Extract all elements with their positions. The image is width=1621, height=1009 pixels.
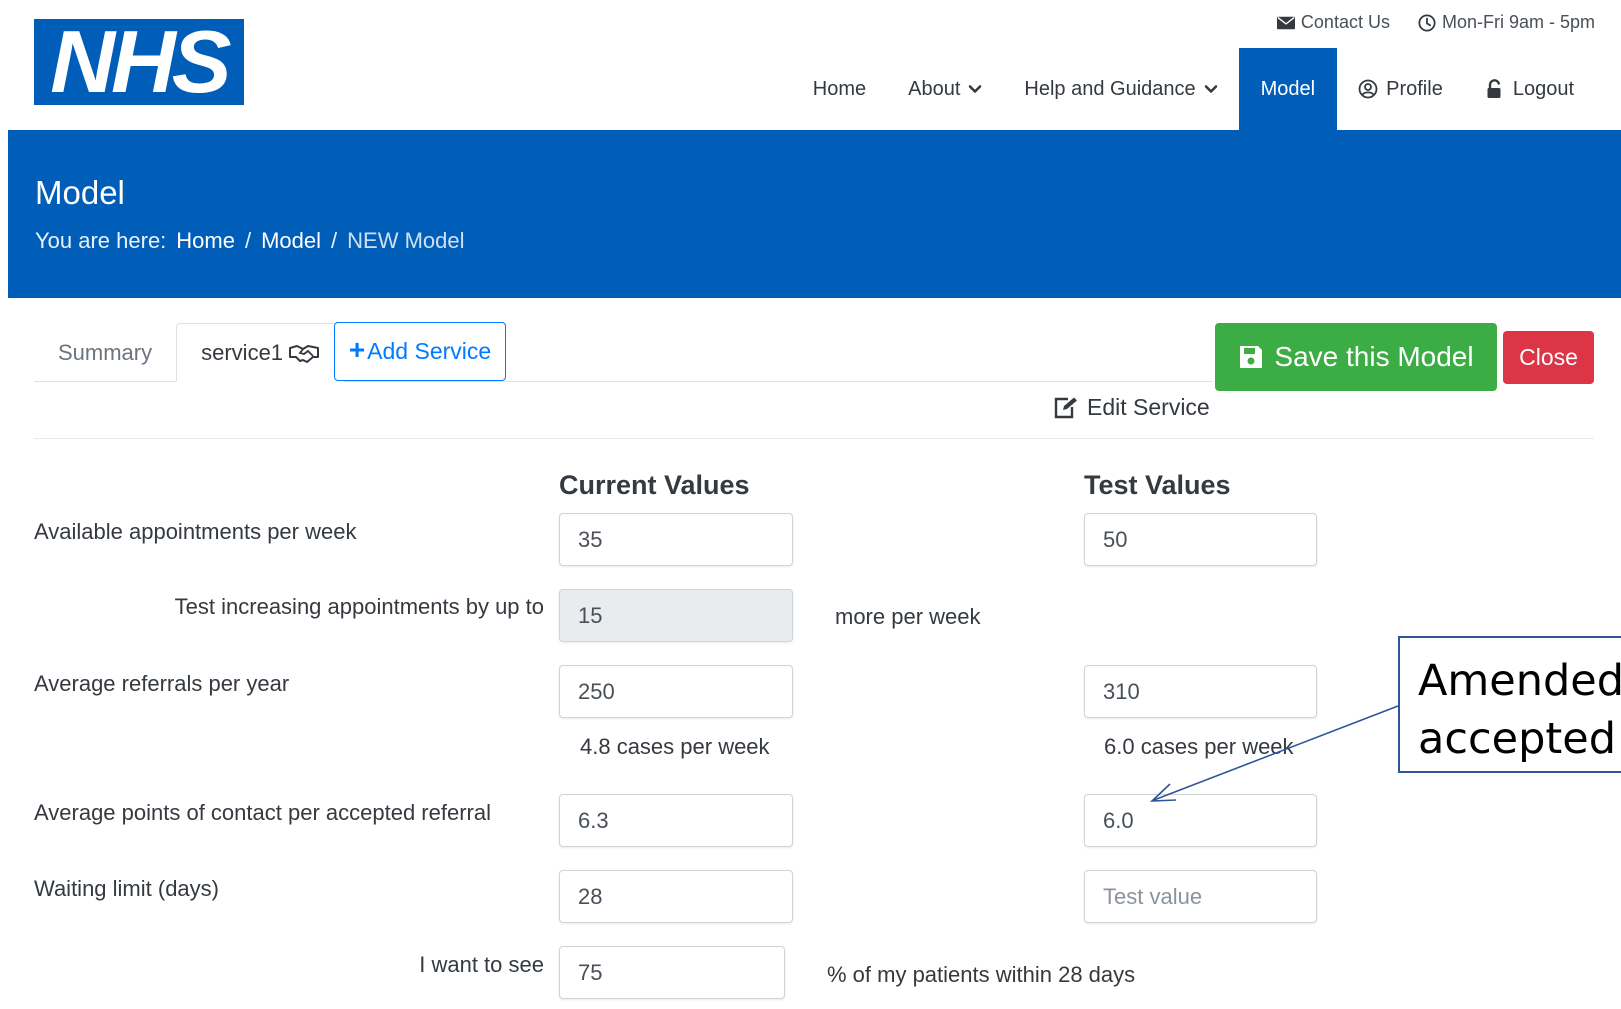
available-appointments-test-input[interactable]: 50 <box>1084 513 1317 566</box>
logo-text: NHS <box>50 12 231 111</box>
test-increase-label: Test increasing appointments by up to <box>174 594 544 619</box>
breadcrumb-current: NEW Model <box>347 228 465 253</box>
tab-summary[interactable]: Summary <box>34 323 176 382</box>
tab-service1-label: service1 <box>201 339 284 365</box>
nav-model[interactable]: Model <box>1238 48 1338 130</box>
waiting-limit-label: Waiting limit (days) <box>34 876 219 901</box>
points-of-contact-label: Average points of contact per accepted r… <box>34 800 491 825</box>
annotation-callout: Amended a accepted r <box>1398 636 1621 773</box>
tab-summary-label: Summary <box>58 339 153 365</box>
current-values-heading: Current Values <box>559 470 750 500</box>
clock-icon <box>1418 13 1436 32</box>
edit-icon <box>1054 397 1077 418</box>
section-divider <box>34 438 1594 439</box>
target-percent-suffix: % of my patients within 28 days <box>827 962 1136 987</box>
nav-home[interactable]: Home <box>792 48 887 130</box>
breadcrumb: You are here: Home / Model / NEW Model <box>35 228 465 254</box>
waiting-limit-current-input[interactable]: 28 <box>559 870 793 923</box>
plus-icon: + <box>348 334 366 365</box>
annotation-arrow <box>1149 705 1399 802</box>
points-of-contact-current-input[interactable]: 6.3 <box>559 794 793 847</box>
referrals-current-cases-note: 4.8 cases per week <box>580 734 770 759</box>
user-circle-icon <box>1358 79 1378 99</box>
test-increase-input[interactable]: 15 <box>559 589 793 642</box>
main-nav: Home About Help and Guidance Model Profi… <box>792 48 1595 130</box>
breadcrumb-prefix: You are here: <box>35 228 167 253</box>
page-banner: Model You are here: Home / Model / NEW M… <box>8 130 1621 298</box>
nav-help-guidance[interactable]: Help and Guidance <box>1003 48 1238 130</box>
target-percent-input[interactable]: 75 <box>559 946 785 999</box>
test-values-heading: Test Values <box>1084 470 1231 500</box>
contact-us-link[interactable]: Contact Us <box>1276 12 1390 33</box>
edit-service-label: Edit Service <box>1087 394 1210 420</box>
chevron-down-icon <box>1204 85 1217 93</box>
breadcrumb-model[interactable]: Model <box>261 228 321 254</box>
opening-hours: Mon-Fri 9am - 5pm <box>1418 12 1595 33</box>
close-label: Close <box>1519 344 1578 370</box>
page-title: Model <box>35 174 125 211</box>
nav-model-label: Model <box>1260 77 1316 100</box>
unlock-icon <box>1487 79 1501 98</box>
available-appointments-current-input[interactable]: 35 <box>559 513 793 566</box>
nhs-logo[interactable]: NHS <box>34 12 244 111</box>
add-service-label: Add Service <box>367 338 492 364</box>
close-button[interactable]: Close <box>1503 331 1594 384</box>
contact-us-label: Contact Us <box>1300 12 1390 32</box>
waiting-limit-test-input[interactable]: Test value <box>1084 870 1317 923</box>
nav-help-label: Help and Guidance <box>1024 77 1196 100</box>
available-appointments-label: Available appointments per week <box>34 519 357 544</box>
nav-about[interactable]: About <box>887 48 1003 130</box>
edit-service-link[interactable]: Edit Service <box>1053 394 1210 421</box>
opening-hours-label: Mon-Fri 9am - 5pm <box>1441 12 1595 32</box>
annotation-text: Amended a accepted r <box>1418 656 1621 764</box>
tab-service1[interactable]: service1 <box>176 323 345 382</box>
envelope-icon <box>1276 16 1295 29</box>
nav-about-label: About <box>908 77 961 100</box>
nav-profile-label: Profile <box>1386 77 1443 100</box>
chevron-down-icon <box>969 85 982 93</box>
nav-profile[interactable]: Profile <box>1337 48 1464 130</box>
breadcrumb-separator: / <box>331 228 338 253</box>
nav-home-label: Home <box>812 77 867 100</box>
save-model-button[interactable]: Save this Model <box>1215 323 1497 391</box>
handshake-icon <box>289 344 320 363</box>
test-increase-suffix: more per week <box>835 604 981 629</box>
nav-logout-label: Logout <box>1512 77 1574 100</box>
floppy-disk-icon <box>1240 346 1263 368</box>
nav-logout[interactable]: Logout <box>1464 48 1595 130</box>
target-percent-label: I want to see <box>419 952 544 977</box>
service-tabs: Summary service1 <box>34 323 345 382</box>
topbar: Contact Us Mon-Fri 9am - 5pm <box>1276 12 1595 33</box>
average-referrals-label: Average referrals per year <box>34 671 290 696</box>
average-referrals-current-input[interactable]: 250 <box>559 665 793 718</box>
save-model-label: Save this Model <box>1274 341 1474 372</box>
add-service-button[interactable]: + Add Service <box>334 322 506 381</box>
breadcrumb-home[interactable]: Home <box>176 228 235 254</box>
breadcrumb-separator: / <box>244 228 252 253</box>
